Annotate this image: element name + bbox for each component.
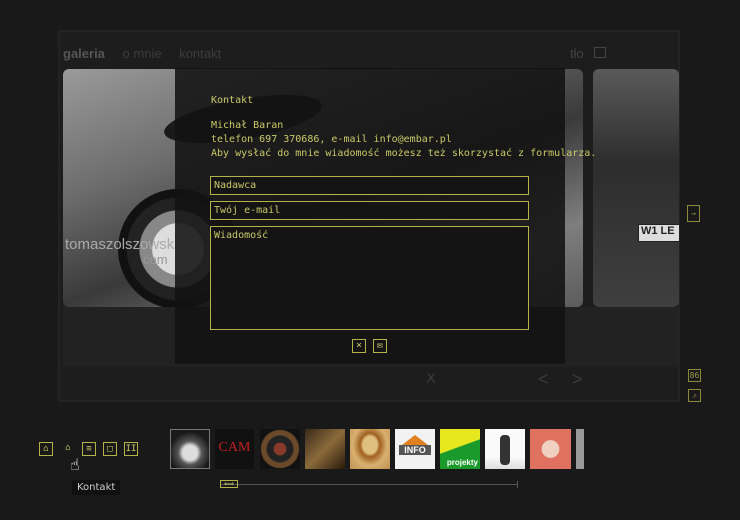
envelope-icon: ✉ (376, 340, 384, 351)
drag-arrows-icon: ⟺ (223, 480, 235, 488)
contact-title: Kontakt (211, 95, 254, 106)
thumbnail-8[interactable] (485, 429, 525, 469)
hand-cursor-icon: ☝ (70, 455, 80, 474)
arrow-right-icon: → (691, 209, 696, 218)
side-next-button[interactable]: → (687, 205, 700, 222)
list-button[interactable]: ≡ (82, 442, 96, 456)
pause-button[interactable]: II (124, 442, 138, 456)
thumbnail-9[interactable] (530, 429, 571, 469)
house-roof-shape (402, 435, 428, 445)
thumbnail-1[interactable] (170, 429, 210, 469)
thumbnail-scrollbar-track[interactable] (220, 484, 518, 485)
watermark-line2: com (143, 252, 168, 267)
thumbnail-4[interactable] (305, 429, 345, 469)
message-field[interactable] (210, 226, 529, 330)
watermark-line1: tomaszolszowski (65, 236, 178, 253)
fullscreen-icon: □ (107, 444, 113, 454)
thumbnail-5[interactable] (350, 429, 390, 469)
thumbnail-10[interactable] (576, 429, 584, 469)
thumbnail-info-text: INFO (399, 445, 431, 455)
size-button[interactable]: 86 (688, 369, 701, 382)
figure-shape (500, 435, 510, 465)
next-photo-button[interactable]: > (572, 369, 583, 390)
open-external-button[interactable]: ⇗ (688, 389, 701, 402)
nav-galeria[interactable]: galeria (63, 46, 105, 61)
thumbnail-7[interactable]: projekty (440, 429, 480, 469)
email-field[interactable] (210, 201, 529, 220)
contact-name: Michał Baran (211, 120, 284, 131)
license-plate: W1 LE (638, 224, 679, 242)
nav-o-mnie[interactable]: o mnie (123, 46, 162, 61)
prev-photo-button[interactable]: < (538, 369, 549, 390)
thumbnail-3[interactable] (260, 429, 300, 469)
scrollbar-end-marker (517, 481, 518, 488)
external-icon: ⇗ (692, 391, 697, 400)
photo-watermark: tomaszolszowski com (65, 237, 178, 267)
contact-phone: telefon 697 370686, e-mail info@embar.pl (211, 134, 452, 145)
fullscreen-button[interactable]: □ (103, 442, 117, 456)
close-icon: × (355, 340, 363, 351)
cancel-button[interactable]: × (352, 339, 366, 353)
background-toggle-label[interactable]: tło (570, 46, 584, 61)
thumbnail-scrollbar-handle[interactable]: ⟺ (220, 480, 238, 488)
tooltip: Kontakt (72, 480, 121, 495)
pause-icon: II (125, 444, 137, 454)
home-button[interactable]: ⌂ (39, 442, 53, 456)
contact-info: Aby wysłać do mnie wiadomość możesz też … (211, 148, 597, 159)
contact-tool-button[interactable]: ⌂ (61, 442, 75, 456)
nav-kontakt[interactable]: kontakt (179, 46, 221, 61)
background-icon[interactable] (594, 47, 606, 58)
thumbnail-projekty-text: projekty (446, 458, 478, 467)
sender-field[interactable] (210, 176, 529, 195)
next-photo-preview[interactable]: W1 LE (593, 69, 679, 307)
thumbnail-2[interactable]: CAM (215, 429, 254, 469)
top-nav: galeria o mnie kontakt (63, 46, 235, 61)
envelope-icon: ⌂ (65, 443, 71, 453)
thumbnail-cam-text: CAM (218, 440, 251, 455)
close-gallery-button[interactable]: X (426, 370, 436, 387)
send-button[interactable]: ✉ (373, 339, 387, 353)
list-icon: ≡ (86, 444, 92, 454)
thumbnail-6[interactable]: INFO (395, 429, 435, 469)
house-icon: ⌂ (43, 444, 49, 454)
